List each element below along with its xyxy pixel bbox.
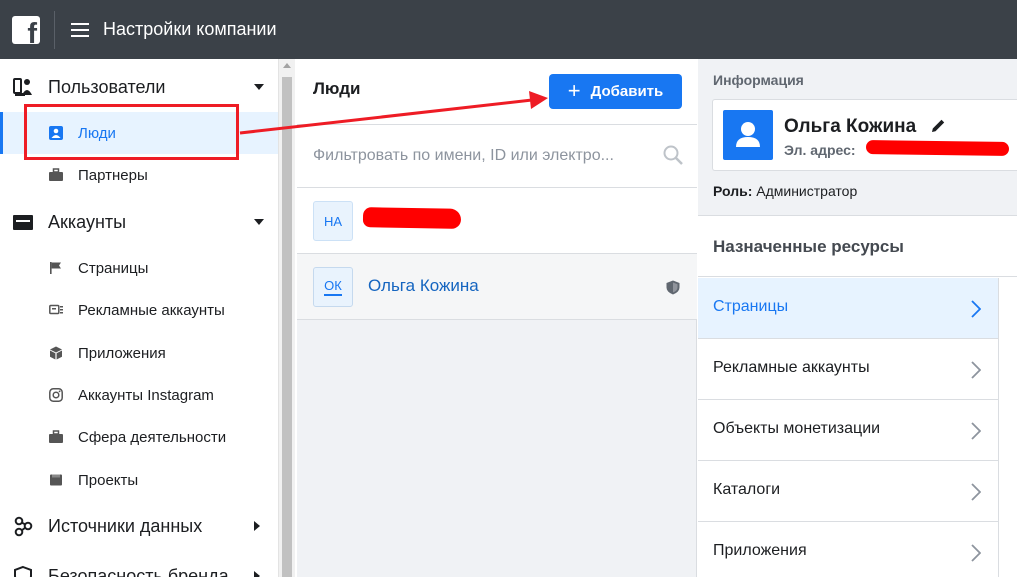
people-panel: Люди + Добавить Фильтровать по имени, ID… [297,59,697,577]
hamburger-menu-icon[interactable] [71,22,89,37]
chevron-right-icon [971,361,981,379]
asset-label: Приложения [713,542,807,559]
sidebar-item-partners[interactable]: Партнеры [0,154,278,196]
asset-item-apps[interactable]: Приложения [698,522,998,577]
asset-label: Рекламные аккаунты [713,359,870,376]
role-value: Администратор [756,183,858,199]
people-list-item[interactable]: ОК Ольга Кожина [297,254,697,320]
redacted-name [362,207,462,229]
sidebar-section-data-sources[interactable]: Источники данных [0,506,278,546]
sidebar-section-label: Аккаунты [48,211,127,232]
chevron-right-icon [971,544,981,562]
scrollbar-thumb[interactable] [282,77,292,577]
sidebar-item-label: Страницы [78,259,149,277]
redacted-email [865,140,1010,156]
topbar-divider [54,10,55,49]
chevron-down-icon [254,219,264,225]
asset-label: Объекты монетизации [713,420,881,437]
chevron-right-icon [971,300,981,318]
sidebar-item-label: Проекты [78,471,139,489]
annotation-highlight-box [24,104,239,160]
sidebar-item-ad-accounts[interactable]: Рекламные аккаунты [0,289,278,331]
asset-label: Каталоги [713,481,781,498]
sidebar-section-users[interactable]: Пользователи [0,67,278,107]
shield-icon [14,565,32,577]
sidebar-section-label: Пользователи [48,76,166,97]
chevron-down-icon [254,84,264,90]
people-title: Люди [313,79,361,98]
briefcase-icon [49,168,63,181]
search-icon [663,145,683,165]
user-card: Ольга Кожина Эл. адрес: [712,99,1017,171]
people-list-item[interactable]: НА [297,188,697,254]
people-filter[interactable]: Фильтровать по имени, ID или электро... [297,125,697,188]
inbox-icon [13,215,33,230]
add-button-label: Добавить [590,83,664,100]
sidebar-section-label: Источники данных [48,515,203,536]
add-people-button[interactable]: + Добавить [549,74,682,109]
asset-label: Страницы [713,298,789,315]
sidebar-item-label: Сфера деятельности [78,428,227,446]
asset-item-ad-accounts[interactable]: Рекламные аккаунты [698,339,998,400]
sidebar-item-label: Рекламные аккаунты [78,301,225,319]
edit-pencil-icon[interactable] [931,118,946,133]
person-initials-avatar: НА [313,201,353,241]
plus-icon: + [567,77,581,103]
person-name: Ольга Кожина [368,276,479,295]
sidebar-item-line-of-business[interactable]: Сфера деятельности [0,416,278,458]
data-sources-icon [14,516,33,537]
assigned-assets-title: Назначенные ресурсы [713,237,904,256]
user-name: Ольга Кожина [784,116,917,137]
asset-item-monetization[interactable]: Объекты монетизации [698,400,998,461]
sidebar-item-label: Приложения [78,344,166,362]
chevron-right-icon [971,483,981,501]
sidebar-item-label: Аккаунты Instagram [78,386,214,404]
chevron-right-icon [254,521,260,531]
sidebar-item-projects[interactable]: Проекты [0,459,278,501]
folder-icon [50,474,62,486]
flag-icon [50,262,61,274]
ad-account-icon [49,304,63,315]
role-row: Роль: Администратор [713,183,857,199]
people-header: Люди + Добавить [297,59,697,125]
avatar [723,110,773,160]
sidebar-item-apps[interactable]: Приложения [0,332,278,374]
cube-icon [50,346,62,360]
admin-shield-icon [666,280,680,295]
chevron-right-icon [971,422,981,440]
person-initials-avatar: ОК [313,267,353,307]
asset-item-pages[interactable]: Страницы [698,278,998,339]
assigned-assets-header: Назначенные ресурсы [698,215,1017,277]
instagram-icon [49,388,63,402]
briefcase-icon [49,430,63,443]
sidebar-item-pages[interactable]: Страницы [0,247,278,289]
asset-detail-column [998,278,1017,577]
sidebar-section-accounts[interactable]: Аккаунты [0,202,278,242]
filter-input[interactable]: Фильтровать по имени, ID или электро... [313,147,614,165]
users-icon [13,78,32,96]
sidebar-item-label: Партнеры [78,166,148,184]
top-bar: f Настройки компании [0,0,1017,59]
sidebar-scrollbar[interactable] [278,59,295,577]
sidebar-section-label: Безопасность бренда [48,565,229,577]
info-label: Информация [713,72,804,88]
info-section: Информация Ольга Кожина Эл. адрес: Роль:… [698,59,1017,215]
email-label: Эл. адрес: [784,142,856,158]
sidebar-item-instagram-accounts[interactable]: Аккаунты Instagram [0,374,278,416]
asset-item-catalogs[interactable]: Каталоги [698,461,998,522]
scroll-up-arrow-icon[interactable] [283,63,291,68]
chevron-right-icon [254,571,260,577]
page-title: Настройки компании [103,19,277,39]
person-icon [736,122,760,147]
role-label: Роль: [713,183,753,199]
facebook-logo-icon[interactable]: f [12,15,40,44]
details-panel: Информация Ольга Кожина Эл. адрес: Роль:… [698,59,1017,577]
sidebar-section-brand-safety[interactable]: Безопасность бренда [0,556,278,577]
